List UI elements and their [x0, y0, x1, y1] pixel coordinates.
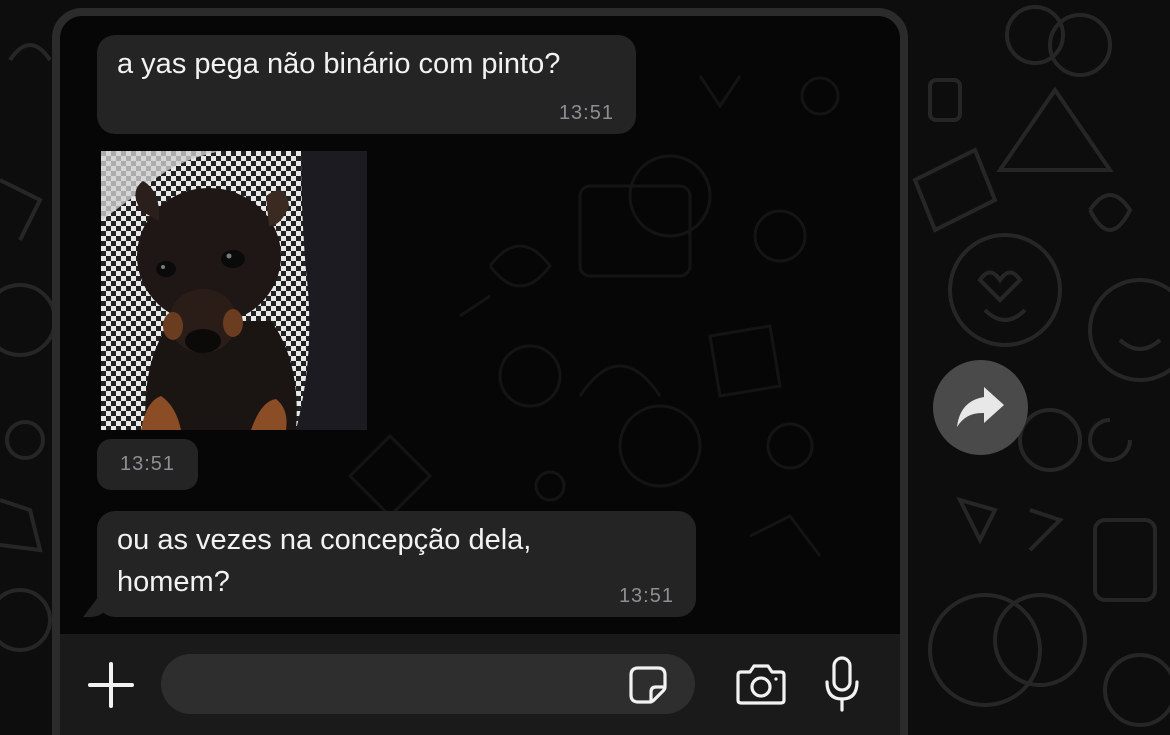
composer-bar — [60, 634, 900, 735]
message-text: ou as vezes na concepção dela, homem? — [117, 524, 532, 598]
puppy-image — [101, 151, 367, 430]
message-text: a yas pega não binário com pinto? — [117, 48, 561, 80]
forward-arrow-icon — [957, 387, 1004, 427]
camera-icon — [736, 664, 786, 705]
message-timestamp: 13:51 — [618, 585, 674, 607]
camera-button[interactable] — [735, 660, 787, 708]
attach-button[interactable] — [86, 660, 136, 710]
message-input[interactable] — [161, 654, 695, 714]
message-timestamp: 13:51 — [558, 102, 614, 124]
message-bubble[interactable]: a yas pega não binário com pinto? 13:51 — [97, 35, 636, 134]
forward-button[interactable] — [933, 360, 1028, 455]
sticker-button[interactable] — [628, 665, 668, 705]
microphone-icon — [825, 656, 859, 712]
screenshot: a yas pega não binário com pinto? 13:51 — [0, 0, 1170, 735]
puppy-sticker[interactable] — [101, 151, 367, 430]
sticker-icon — [629, 666, 667, 704]
chat-window: a yas pega não binário com pinto? 13:51 — [52, 8, 908, 735]
plus-icon — [88, 662, 134, 708]
microphone-button[interactable] — [822, 654, 862, 714]
sticker-timestamp: 13:51 — [97, 439, 198, 490]
message-bubble[interactable]: ou as vezes na concepção dela, homem? 13… — [97, 511, 696, 617]
